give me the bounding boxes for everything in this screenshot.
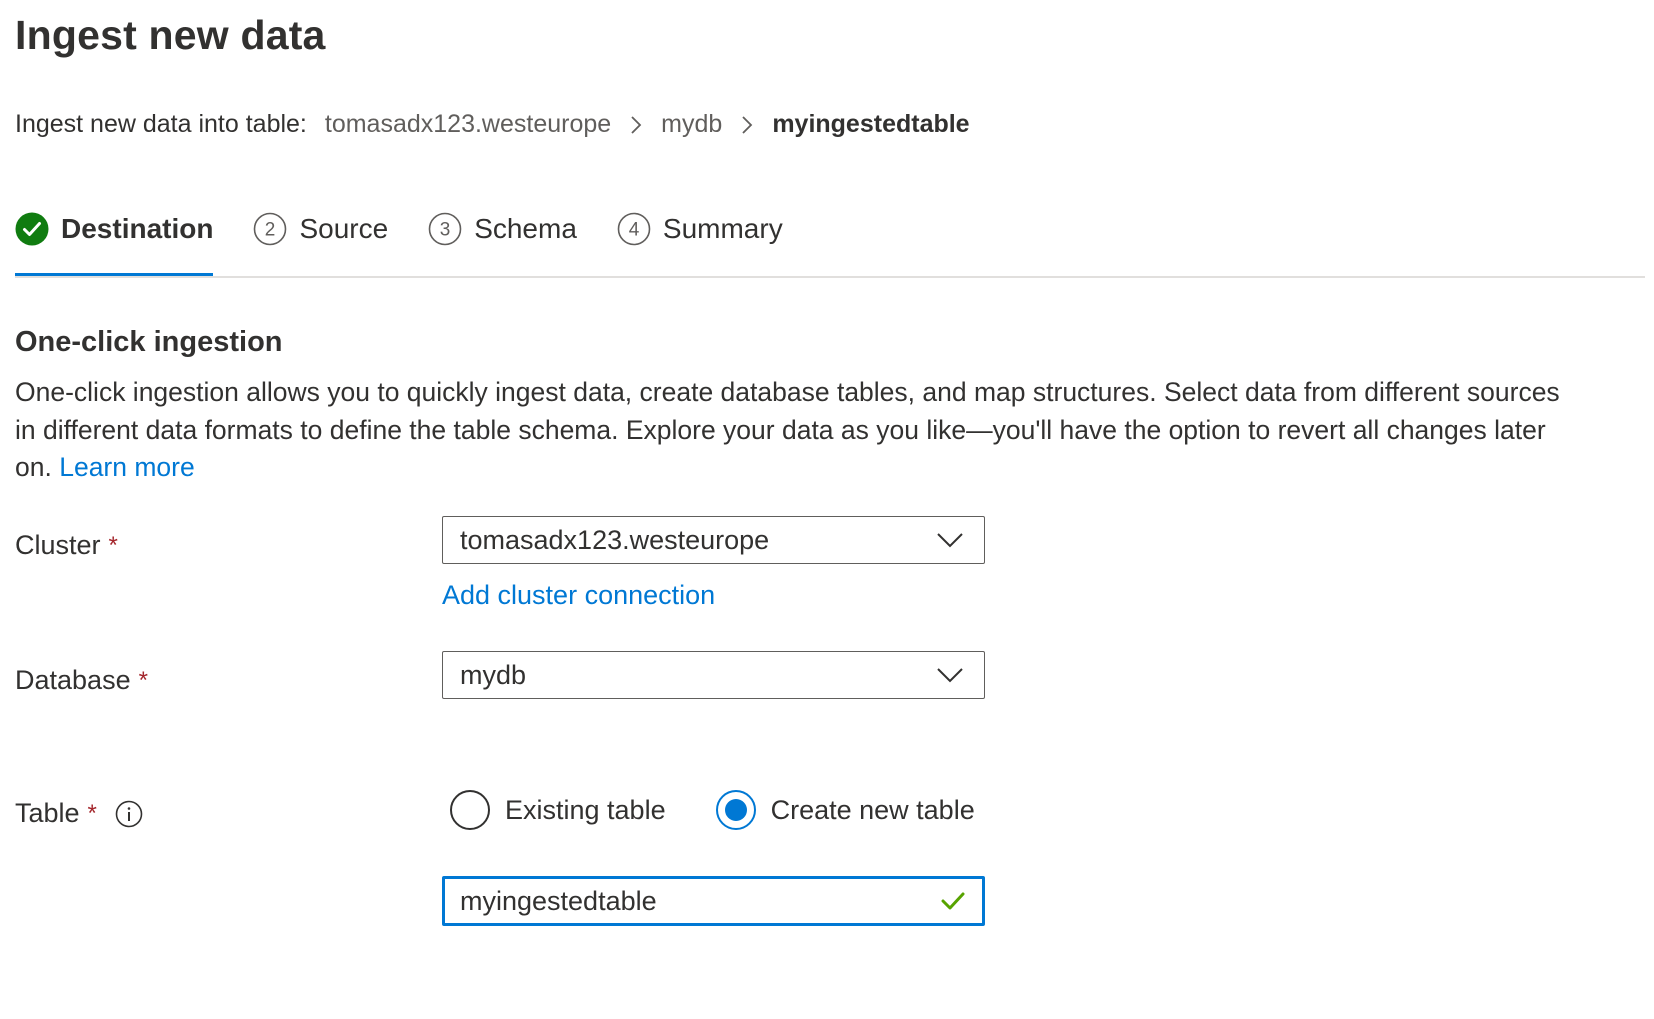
required-mark: * xyxy=(138,666,148,694)
required-mark: * xyxy=(108,531,118,559)
svg-text:3: 3 xyxy=(440,220,451,241)
check-circle-icon xyxy=(15,212,49,246)
tab-destination[interactable]: Destination xyxy=(15,204,214,277)
existing-table-label: Existing table xyxy=(505,794,666,825)
tabs-divider xyxy=(15,276,1645,278)
chevron-right-icon xyxy=(611,110,661,139)
wizard-steps: Destination 2 Source 3 Schema 4 Summary xyxy=(15,204,823,278)
tab-summary[interactable]: 4 Summary xyxy=(617,204,783,254)
description-text: One-click ingestion allows you to quickl… xyxy=(15,377,1560,482)
add-cluster-connection-link[interactable]: Add cluster connection xyxy=(442,580,715,611)
database-label-text: Database xyxy=(15,665,131,695)
svg-text:2: 2 xyxy=(265,220,276,241)
cluster-label-text: Cluster xyxy=(15,530,101,560)
step-label: Schema xyxy=(474,213,577,244)
checkmark-icon xyxy=(941,892,965,910)
section-title: One-click ingestion xyxy=(15,326,283,358)
step-number-icon: 2 xyxy=(254,212,287,246)
step-number-icon: 4 xyxy=(617,212,651,246)
database-label: Database * xyxy=(15,665,148,696)
required-mark: * xyxy=(87,799,97,827)
tab-schema[interactable]: 3 Schema xyxy=(428,204,577,254)
table-mode-radio-group: Existing table Create new table xyxy=(450,790,1025,830)
chevron-down-icon xyxy=(937,533,963,548)
breadcrumb-prefix: Ingest new data into table: xyxy=(15,110,307,138)
radio-unchecked-icon xyxy=(450,790,490,830)
step-number-icon: 3 xyxy=(428,212,462,246)
create-new-table-radio[interactable]: Create new table xyxy=(715,790,975,830)
table-name-field[interactable] xyxy=(442,876,985,926)
breadcrumb-item-table: myingestedtable xyxy=(772,110,970,138)
step-label: Source xyxy=(299,213,389,244)
existing-table-radio[interactable]: Existing table xyxy=(450,790,666,830)
tab-source[interactable]: 2 Source xyxy=(253,204,388,254)
breadcrumb: Ingest new data into table: tomasadx123.… xyxy=(15,110,970,139)
step-label: Destination xyxy=(61,213,214,244)
cluster-dropdown[interactable]: tomasadx123.westeurope xyxy=(442,516,985,564)
database-dropdown[interactable]: mydb xyxy=(442,651,985,699)
table-name-input[interactable] xyxy=(445,878,941,924)
page-title: Ingest new data xyxy=(15,12,326,58)
info-icon[interactable] xyxy=(115,800,143,828)
table-label: Table * xyxy=(15,798,143,829)
cluster-label: Cluster * xyxy=(15,530,118,561)
radio-checked-icon xyxy=(715,790,756,830)
chevron-right-icon xyxy=(722,110,772,139)
step-label: Summary xyxy=(662,213,783,244)
table-label-text: Table xyxy=(15,798,80,828)
create-new-table-label: Create new table xyxy=(770,794,975,825)
learn-more-link[interactable]: Learn more xyxy=(59,452,195,482)
cluster-dropdown-value: tomasadx123.westeurope xyxy=(460,524,770,555)
svg-text:4: 4 xyxy=(629,220,640,241)
breadcrumb-item-database[interactable]: mydb xyxy=(661,110,722,139)
chevron-down-icon xyxy=(937,668,963,683)
section-description: One-click ingestion allows you to quickl… xyxy=(15,374,1575,487)
database-dropdown-value: mydb xyxy=(460,659,527,690)
breadcrumb-item-cluster[interactable]: tomasadx123.westeurope xyxy=(325,110,611,139)
